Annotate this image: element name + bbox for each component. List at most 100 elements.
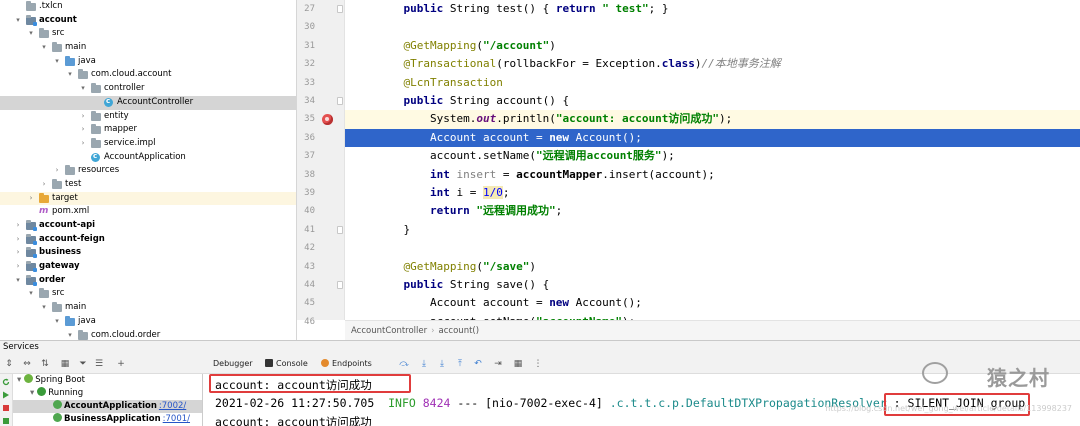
chevron-right-icon[interactable]: › (79, 110, 87, 124)
step-out-icon[interactable]: ⤒ (455, 359, 465, 369)
run-icon[interactable] (2, 391, 10, 399)
chevron-right-icon[interactable]: › (14, 233, 22, 247)
tree-item[interactable]: ▾ src (0, 287, 296, 301)
code-line[interactable]: Account account = new Account(); (345, 128, 1080, 148)
tree-item[interactable]: › mapper (0, 123, 296, 137)
service-item[interactable]: ▾ Running (13, 387, 202, 400)
run-to-cursor-icon[interactable]: ⇥ (493, 359, 503, 369)
debug-icon[interactable] (2, 417, 10, 425)
chevron-right-icon[interactable]: › (79, 123, 87, 137)
tab-debugger[interactable]: Debugger (213, 354, 253, 374)
stop-icon[interactable] (2, 404, 10, 412)
code-line[interactable]: Account account = new Account(); (345, 294, 1080, 312)
code-line[interactable]: account.setName("远程调用account服务"); (345, 147, 1080, 165)
chevron-down-icon[interactable]: ▾ (30, 388, 34, 398)
step-into-icon[interactable]: ⤓ (419, 359, 429, 369)
chevron-down-icon[interactable]: ▾ (53, 315, 61, 329)
code-editor[interactable]: 27 30 31 32 33 34 35 36 37 38 39 40 41 42 43 44 45 46 pub… (297, 0, 1080, 340)
code-line[interactable]: int insert = accountMapper.insert(accoun… (345, 166, 1080, 184)
tree-item[interactable]: ▾ controller (0, 82, 296, 96)
chevron-right-icon[interactable]: › (14, 260, 22, 274)
chevron-down-icon[interactable]: ▾ (40, 41, 48, 55)
console-output[interactable]: account: account访问成功 2021-02-26 11:27:50… (203, 374, 1080, 426)
tree-item[interactable]: ▾ account (0, 14, 296, 28)
chevron-right-icon[interactable]: › (40, 178, 48, 192)
code-line[interactable] (345, 239, 1080, 257)
tree-item[interactable]: AccountController (0, 95, 296, 110)
chevron-down-icon[interactable]: ▾ (17, 375, 21, 385)
expand-all-icon[interactable]: ⇕ (4, 359, 14, 369)
chevron-down-icon[interactable]: ▾ (27, 27, 35, 41)
code-line[interactable]: public String save() { (345, 276, 1080, 294)
chevron-down-icon[interactable]: ▾ (66, 329, 74, 341)
code-line[interactable]: @Transactional(rollbackFor = Exception.c… (345, 55, 1080, 73)
breakpoint-icon[interactable] (322, 113, 333, 125)
tree-item[interactable]: ▾ java (0, 55, 296, 69)
code-line[interactable] (345, 18, 1080, 36)
code-line[interactable]: @GetMapping("/account") (345, 37, 1080, 55)
service-port-link[interactable]: :7001/ (163, 414, 190, 424)
code-line[interactable]: int i = 1/0; (345, 184, 1080, 202)
more-icon[interactable]: ⋮ (533, 359, 543, 369)
code-line[interactable]: @GetMapping("/save") (345, 258, 1080, 276)
tree-item[interactable]: ▾ order (0, 274, 296, 288)
drop-frame-icon[interactable]: ↶ (473, 359, 483, 369)
tree-item[interactable]: › gateway (0, 260, 296, 274)
chevron-down-icon[interactable]: ▾ (66, 68, 74, 82)
fold-marker-icon[interactable] (337, 5, 343, 13)
code-line[interactable]: public String account() { (345, 92, 1080, 110)
chevron-down-icon[interactable]: ▾ (27, 287, 35, 301)
chevron-down-icon[interactable]: ▾ (79, 82, 87, 96)
tree-item[interactable]: › resources (0, 164, 296, 178)
breadcrumb-method[interactable]: account() (439, 326, 480, 336)
chevron-down-icon[interactable]: ▾ (53, 55, 61, 69)
chevron-right-icon[interactable]: › (53, 164, 61, 178)
collapse-all-icon[interactable]: ⇔ (22, 359, 32, 369)
sort-icon[interactable]: ⇅ (40, 359, 50, 369)
service-port-link[interactable]: :7002/ (159, 401, 186, 411)
service-item[interactable]: BusinessApplication:7001/ (13, 413, 202, 426)
chevron-right-icon[interactable]: › (79, 137, 87, 151)
tree-item[interactable]: ▾ com.cloud.order (0, 329, 296, 341)
tab-console[interactable]: Console (265, 354, 308, 374)
tree-item[interactable]: ▾ src (0, 27, 296, 41)
tab-endpoints[interactable]: Endpoints (321, 354, 372, 374)
tree-item[interactable]: ▾ com.cloud.account (0, 68, 296, 82)
code-line[interactable]: } (345, 221, 1080, 239)
fold-marker-icon[interactable] (337, 225, 343, 234)
chevron-down-icon[interactable]: ▾ (14, 274, 22, 288)
force-step-into-icon[interactable]: ⤓ (437, 359, 447, 369)
layout-icon[interactable]: ☰ (94, 359, 104, 369)
tree-item[interactable]: › entity (0, 110, 296, 124)
tree-item[interactable]: ▾ main (0, 301, 296, 315)
tree-item[interactable]: › business (0, 246, 296, 260)
tree-item[interactable]: .txlcn (0, 0, 296, 14)
chevron-right-icon[interactable]: › (27, 192, 35, 206)
group-icon[interactable]: ▦ (60, 359, 70, 369)
tree-item[interactable]: › target (0, 191, 296, 206)
chevron-right-icon[interactable]: › (14, 246, 22, 260)
code-line[interactable]: return "远程调用成功"; (345, 202, 1080, 220)
tree-item[interactable]: › account-api (0, 219, 296, 233)
tree-item[interactable]: ▾ java (0, 315, 296, 329)
code-line[interactable]: public String test() { return " test"; } (345, 0, 1080, 18)
evaluate-icon[interactable]: ▦ (513, 359, 523, 369)
chevron-down-icon[interactable]: ▾ (40, 301, 48, 315)
breadcrumb-class[interactable]: AccountController (351, 326, 427, 336)
filter-icon[interactable]: ⏷ (78, 359, 88, 369)
add-service-icon[interactable]: + (116, 359, 126, 369)
tree-item[interactable]: › test (0, 178, 296, 192)
tree-item[interactable]: › account-feign (0, 233, 296, 247)
tree-item[interactable]: › service.impl (0, 137, 296, 151)
service-item[interactable]: AccountApplication:7002/ (13, 400, 202, 413)
tree-item[interactable]: m pom.xml (0, 205, 296, 219)
fold-marker-icon[interactable] (337, 281, 343, 289)
service-item[interactable]: ▾ Spring Boot (13, 374, 202, 387)
code-line[interactable]: @LcnTransaction (345, 74, 1080, 92)
chevron-right-icon[interactable]: › (14, 219, 22, 233)
rerun-icon[interactable] (2, 378, 10, 386)
fold-marker-icon[interactable] (337, 97, 343, 105)
code-line[interactable]: System.out.println("account: account访问成功… (345, 110, 1080, 129)
step-over-icon[interactable]: ⤼ (399, 359, 409, 369)
chevron-down-icon[interactable]: ▾ (14, 14, 22, 28)
